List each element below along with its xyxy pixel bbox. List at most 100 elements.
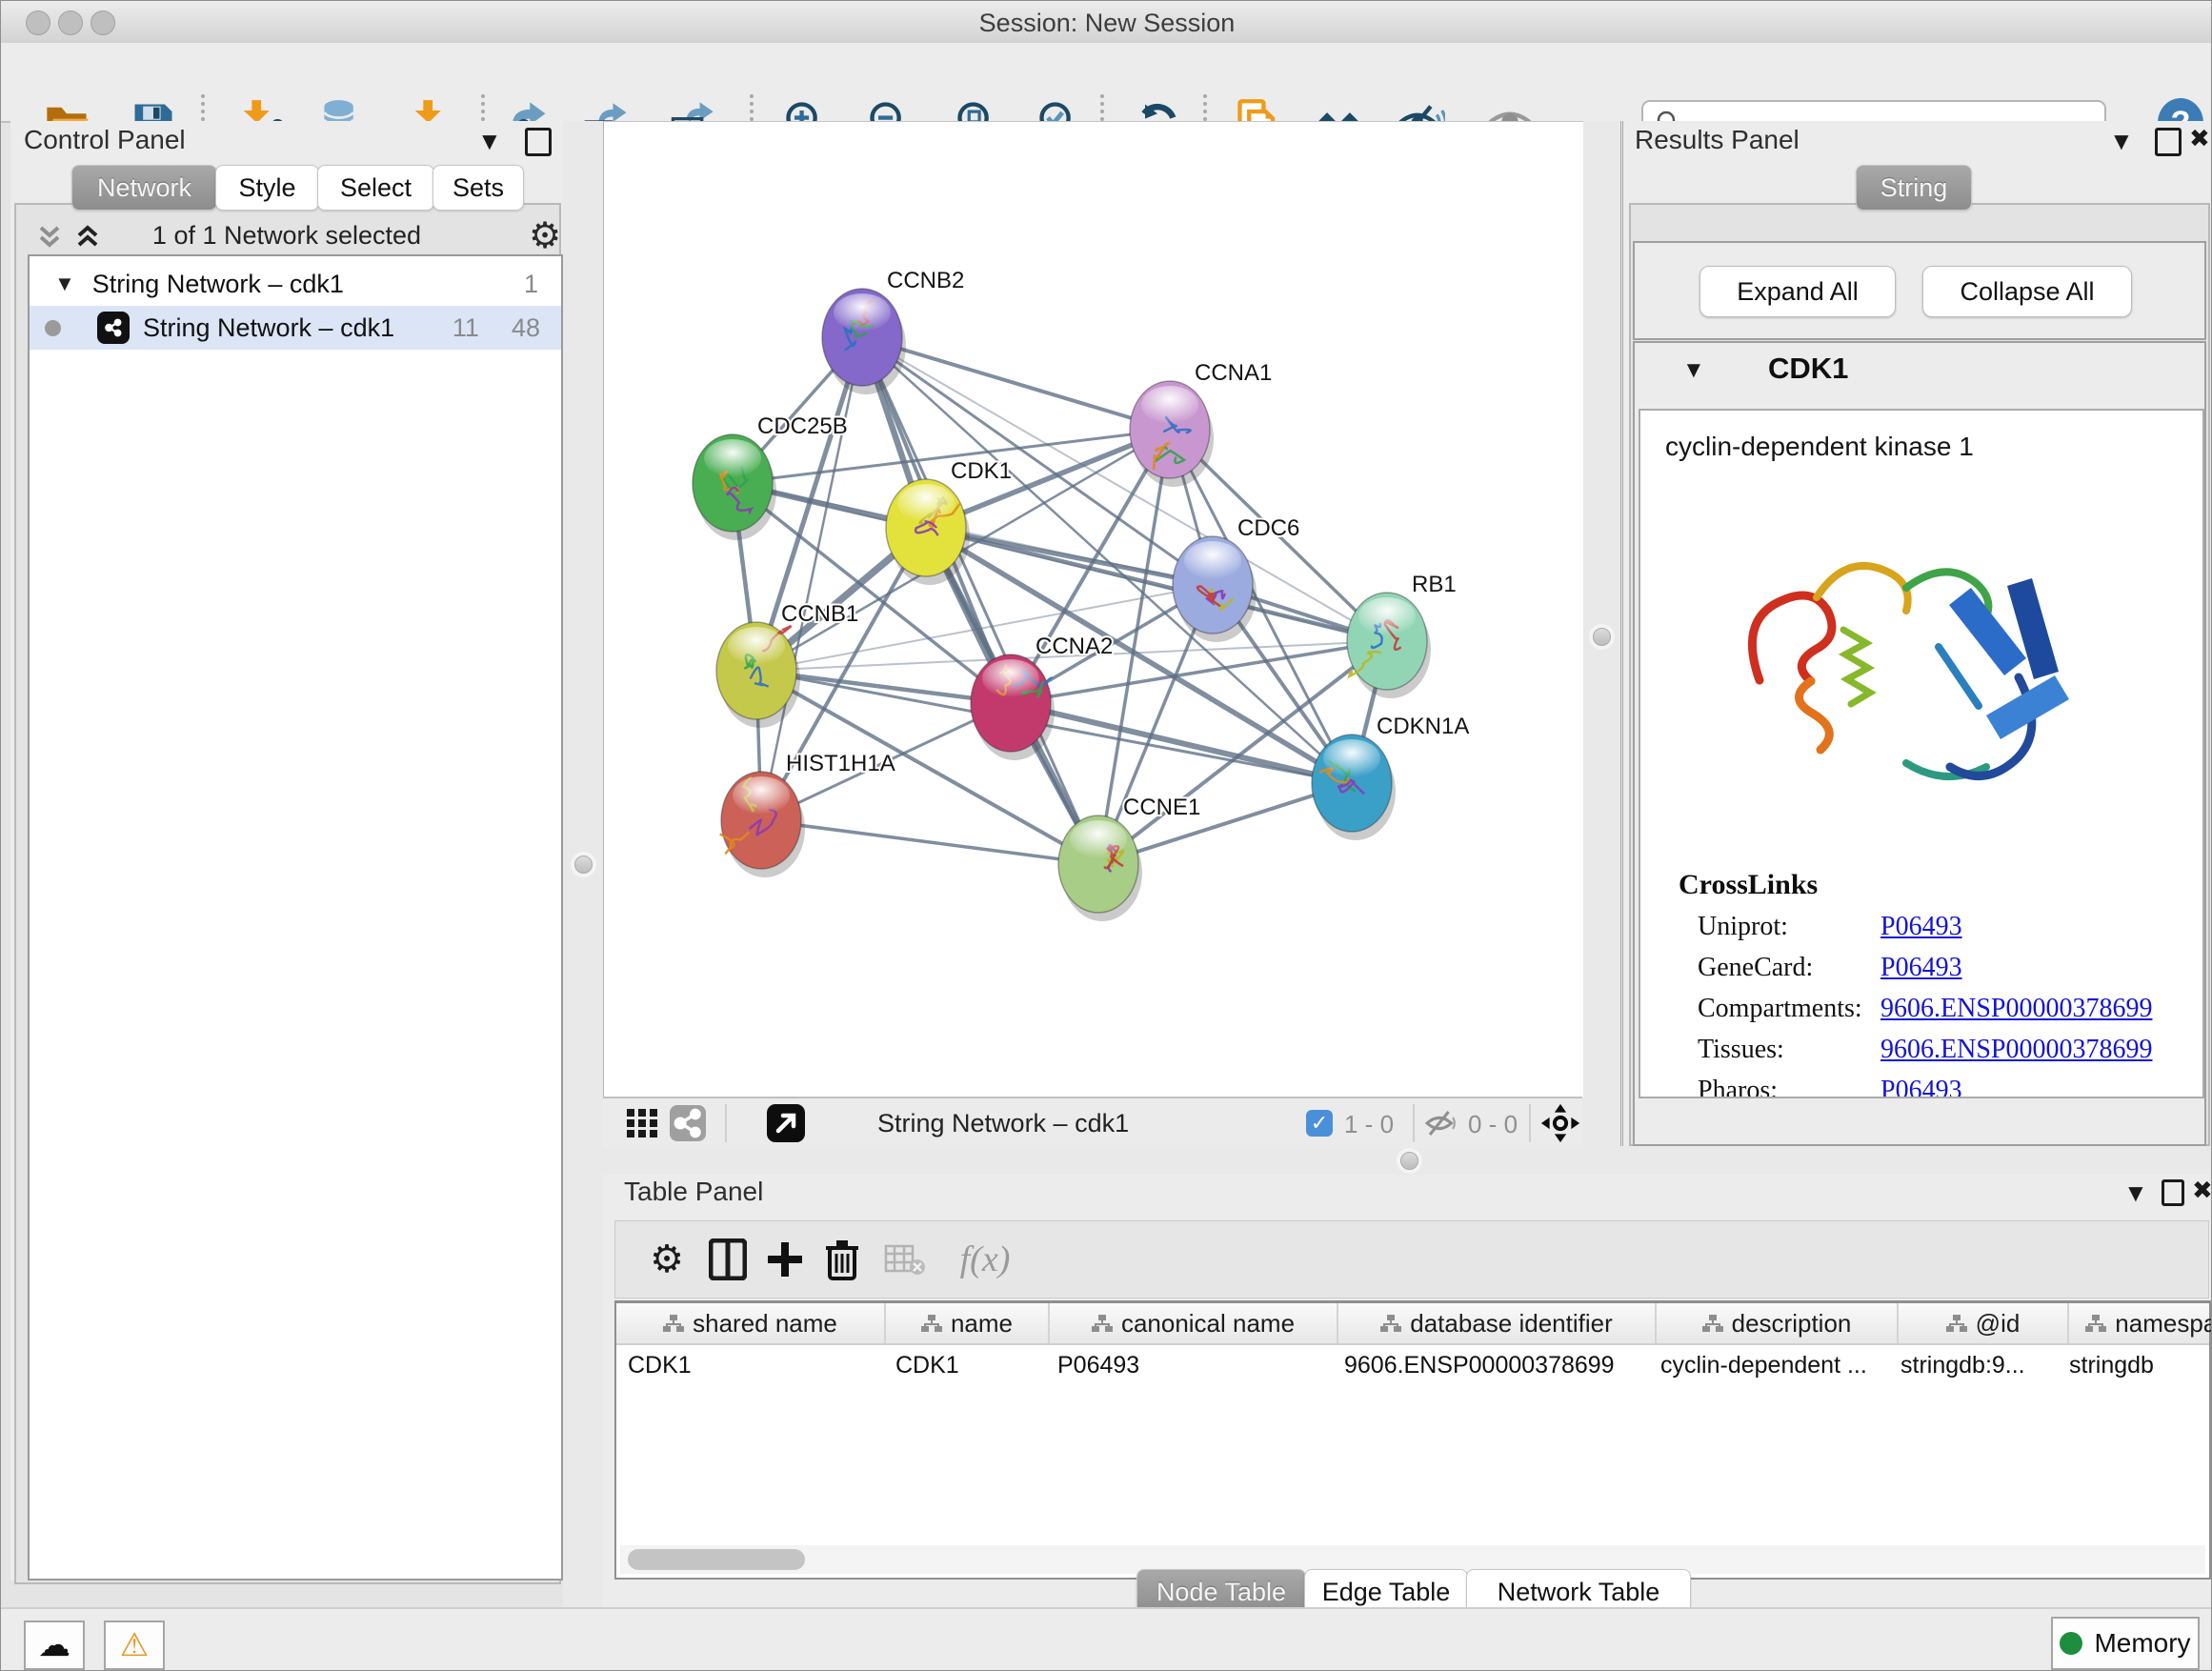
network-node-label: RB1: [1412, 572, 1457, 597]
float-panel-icon[interactable]: [2162, 1179, 2184, 1211]
crosslink-label: Compartments:: [1698, 994, 1880, 1024]
panel-menu-caret-icon[interactable]: ▼: [477, 129, 502, 153]
crosslink-link[interactable]: P06493: [1880, 1076, 1962, 1098]
panel-menu-caret-icon[interactable]: ▼: [2123, 1180, 2148, 1205]
crosslink-link[interactable]: 9606.ENSP00000378699: [1880, 1035, 2152, 1065]
gene-expand-caret-icon[interactable]: ▼: [1682, 357, 1705, 384]
tab-style[interactable]: Style: [215, 165, 319, 211]
table-row[interactable]: CDK1CDK1P064939606.ENSP00000378699cyclin…: [616, 1345, 2209, 1385]
network-edge-count: 48: [512, 313, 540, 343]
network-node-label: CCNE1: [1123, 795, 1200, 820]
float-panel-icon[interactable]: [525, 128, 552, 161]
network-node-ccna1[interactable]: CCNA1: [1130, 360, 1272, 487]
tab-string[interactable]: String: [1856, 165, 1972, 211]
table-header-row: shared name name canonical namedatabase id…: [616, 1303, 2209, 1345]
column-header-sharedname[interactable]: shared name: [616, 1303, 886, 1343]
gear-icon[interactable]: ⚙: [529, 214, 561, 257]
table-cell[interactable]: P06493: [1046, 1345, 1333, 1385]
expand-all-button[interactable]: Expand All: [1699, 266, 1896, 317]
tab-network[interactable]: Network: [71, 165, 217, 211]
bottom-splitter[interactable]: [603, 1146, 2212, 1175]
gene-description: cyclin-dependent kinase 1: [1665, 432, 2202, 462]
network-edge[interactable]: [761, 820, 1098, 864]
collection-count: 1: [524, 270, 538, 299]
network-row[interactable]: String Network – cdk1 11 48: [30, 306, 561, 350]
network-node-ccne1[interactable]: CCNE1: [1058, 795, 1200, 921]
scrollbar-thumb[interactable]: [628, 1549, 805, 1570]
network-node-label: CCNA1: [1195, 360, 1272, 386]
float-panel-icon[interactable]: [2155, 128, 2182, 161]
add-column-icon[interactable]: [760, 1235, 810, 1284]
tab-select[interactable]: Select: [317, 165, 434, 211]
collection-expand-caret-icon[interactable]: ▼: [54, 272, 75, 296]
window-title: Session: New Session: [1, 9, 2212, 38]
network-node-hist1h1a[interactable]: HIST1H1A: [720, 751, 895, 877]
network-tree: ▼ String Network – cdk1 1 String Network…: [28, 254, 563, 1580]
network-view-share-icon[interactable]: [670, 1105, 706, 1146]
left-splitter[interactable]: [563, 121, 603, 1607]
tab-sets[interactable]: Sets: [432, 165, 524, 211]
network-edge[interactable]: [1011, 703, 1352, 783]
crosslink-label: GeneCard:: [1698, 953, 1880, 983]
table-cell[interactable]: stringdb:9...: [1889, 1345, 2058, 1385]
column-header-label: namespace: [2115, 1309, 2212, 1339]
column-header-id[interactable]: @id: [1899, 1303, 2069, 1343]
network-node-label: CCNA2: [1036, 634, 1113, 659]
network-node-rb1[interactable]: RB1: [1347, 572, 1457, 698]
column-header-databaseidentifier[interactable]: database identifier: [1338, 1303, 1657, 1343]
selected-node-edge-counts: 1 - 0: [1344, 1110, 1394, 1139]
crosslink-link[interactable]: P06493: [1880, 912, 1962, 942]
network-node-label: CDKN1A: [1377, 714, 1469, 739]
panel-menu-caret-icon[interactable]: ▼: [2109, 129, 2134, 153]
cloud-status-button[interactable]: ☁: [24, 1621, 85, 1670]
collapse-all-button[interactable]: Collapse All: [1922, 266, 2132, 317]
control-panel-title: Control Panel: [24, 125, 186, 155]
column-header-canonicalname[interactable]: canonical name: [1050, 1303, 1338, 1343]
crosslink-link[interactable]: P06493: [1880, 953, 1962, 983]
network-icon: [97, 312, 130, 344]
crosslink-link[interactable]: 9606.ENSP00000378699: [1880, 994, 2152, 1024]
title-bar: Session: New Session: [1, 1, 2212, 44]
close-panel-icon[interactable]: ✖: [2189, 126, 2210, 151]
crosslink-row: Pharos:P06493: [1698, 1076, 2202, 1098]
delete-column-icon[interactable]: [817, 1235, 867, 1284]
network-view-toolbar: String Network – cdk1 ✓ 1 - 0 0 - 0: [603, 1097, 1582, 1148]
warning-icon: ⚠: [120, 1626, 149, 1664]
memory-label: Memory: [2094, 1628, 2190, 1659]
network-collection-row[interactable]: ▼ String Network – cdk1 1: [30, 262, 561, 306]
network-edge[interactable]: [761, 337, 862, 820]
grid-view-icon[interactable]: [624, 1105, 660, 1146]
network-node-ccnb2[interactable]: CCNB2: [822, 268, 964, 394]
network-edge[interactable]: [862, 337, 1170, 430]
network-node-label: CCNB2: [887, 268, 964, 293]
right-splitter[interactable]: [1582, 121, 1620, 1146]
table-toolbar: ⚙ f(x): [614, 1220, 2209, 1299]
selected-checkbox-icon[interactable]: ✓: [1306, 1110, 1333, 1137]
show-columns-icon[interactable]: [703, 1235, 753, 1284]
column-header-description[interactable]: description: [1657, 1303, 1899, 1343]
results-panel: Results Panel ▼ ✖ String Expand All Coll…: [1620, 121, 2212, 1146]
network-name: String Network – cdk1: [143, 313, 394, 343]
table-cell[interactable]: CDK1: [616, 1345, 884, 1385]
network-node-ccnb1[interactable]: CCNB1: [716, 601, 858, 728]
column-header-name[interactable]: name: [886, 1303, 1050, 1343]
pan-crosshair-icon[interactable]: [1540, 1103, 1580, 1148]
birds-eye-view-button[interactable]: [767, 1104, 805, 1147]
results-button-bar: Expand All Collapse All: [1633, 241, 2206, 340]
memory-button[interactable]: Memory: [2051, 1617, 2200, 1670]
protein-structure-image: [1698, 475, 2202, 861]
table-cell[interactable]: stringdb: [2058, 1345, 2212, 1385]
table-gear-icon[interactable]: ⚙: [642, 1235, 692, 1284]
column-header-label: name: [951, 1309, 1013, 1339]
crosslink-row: Uniprot:P06493: [1698, 912, 2202, 942]
table-cell[interactable]: cyclin-dependent ...: [1649, 1345, 1889, 1385]
network-node-cdkn1a[interactable]: CDKN1A: [1312, 714, 1469, 840]
warnings-button[interactable]: ⚠: [104, 1621, 165, 1670]
column-header-namespace[interactable]: namespace: [2069, 1303, 2212, 1343]
close-panel-icon[interactable]: ✖: [2192, 1178, 2212, 1202]
table-cell[interactable]: CDK1: [884, 1345, 1046, 1385]
network-canvas[interactable]: CCNB2CCNA1CDC25BCDK1CDC6RB1CCNB1CCNA2CDK…: [603, 121, 1583, 1097]
table-cell[interactable]: 9606.ENSP00000378699: [1333, 1345, 1649, 1385]
network-node-label: CDC6: [1237, 515, 1299, 541]
network-edge[interactable]: [862, 337, 1098, 864]
